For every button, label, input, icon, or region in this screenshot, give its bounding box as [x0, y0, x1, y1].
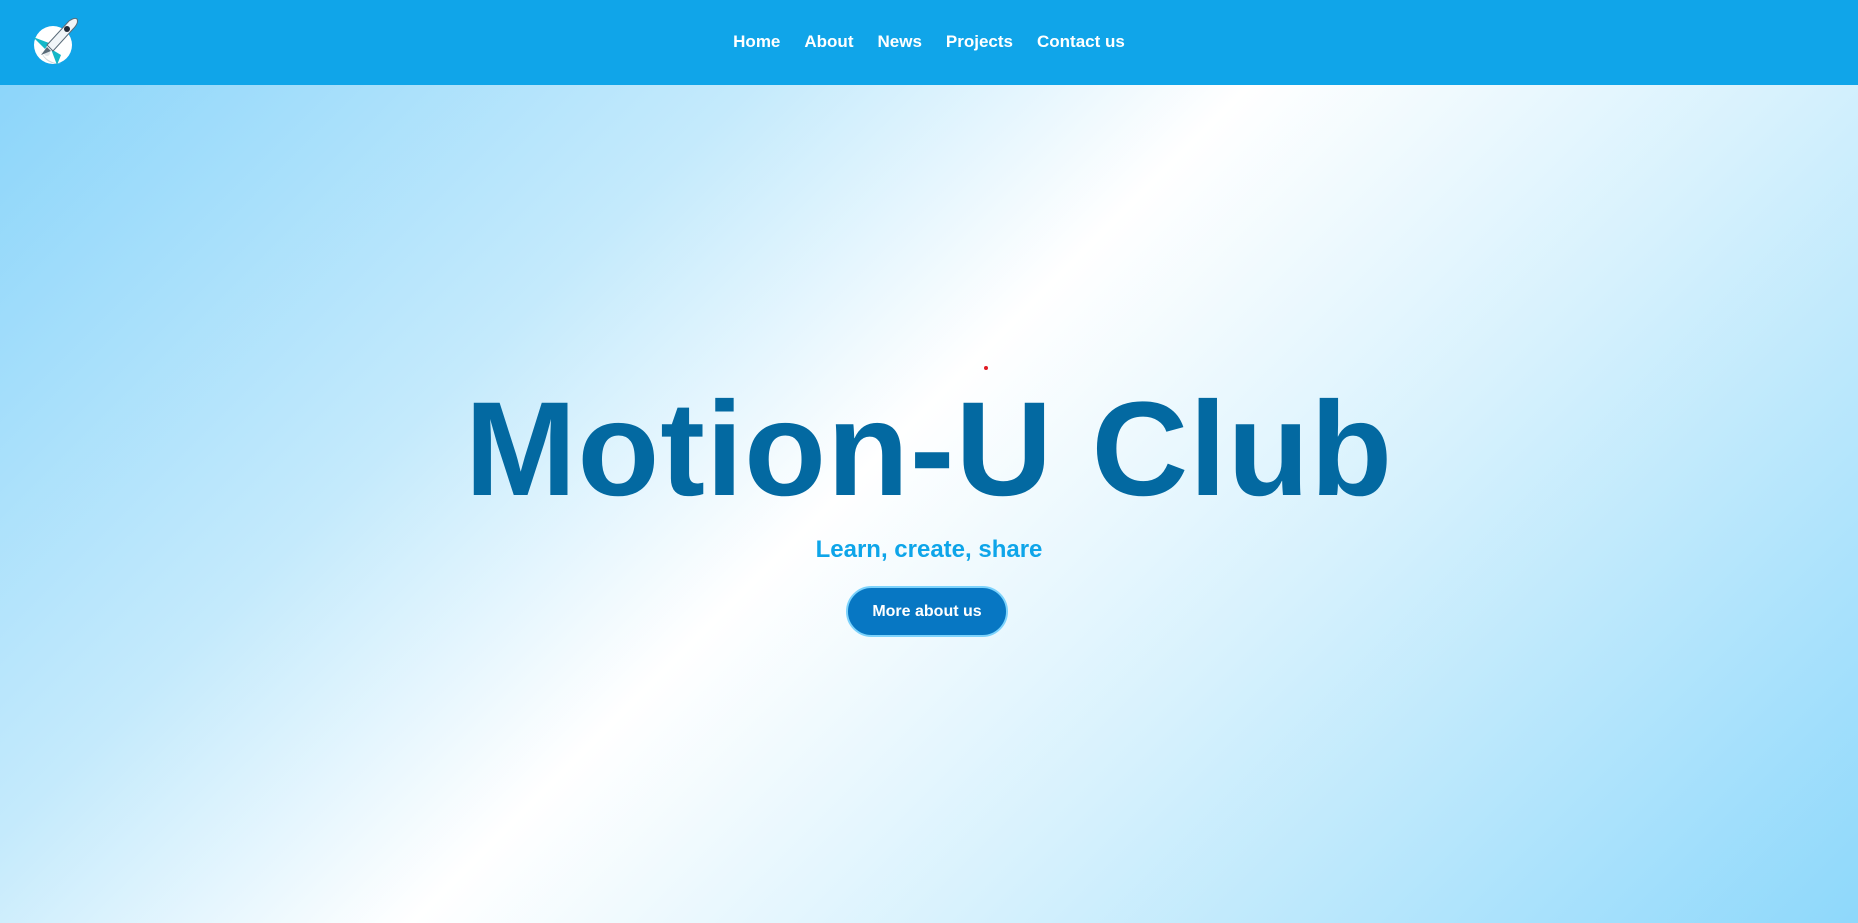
nav-link-about[interactable]: About	[804, 32, 853, 52]
hero-title: Motion-U Club	[464, 375, 1394, 524]
nav-link-home[interactable]: Home	[733, 32, 780, 52]
more-about-us-button[interactable]: More about us	[846, 586, 1008, 637]
page: Home About News Projects Contact us Moti…	[0, 0, 1858, 923]
nav-link-news[interactable]: News	[877, 32, 921, 52]
hero-section: Motion-U Club Learn, create, share More …	[0, 85, 1858, 923]
nav-link-contact-us[interactable]: Contact us	[1037, 32, 1125, 52]
hero-subtitle: Learn, create, share	[815, 536, 1043, 563]
navbar: Home About News Projects Contact us	[0, 0, 1858, 85]
main-nav: Home About News Projects Contact us	[0, 0, 1858, 83]
accent-dot	[984, 366, 988, 370]
nav-link-projects[interactable]: Projects	[946, 32, 1013, 52]
